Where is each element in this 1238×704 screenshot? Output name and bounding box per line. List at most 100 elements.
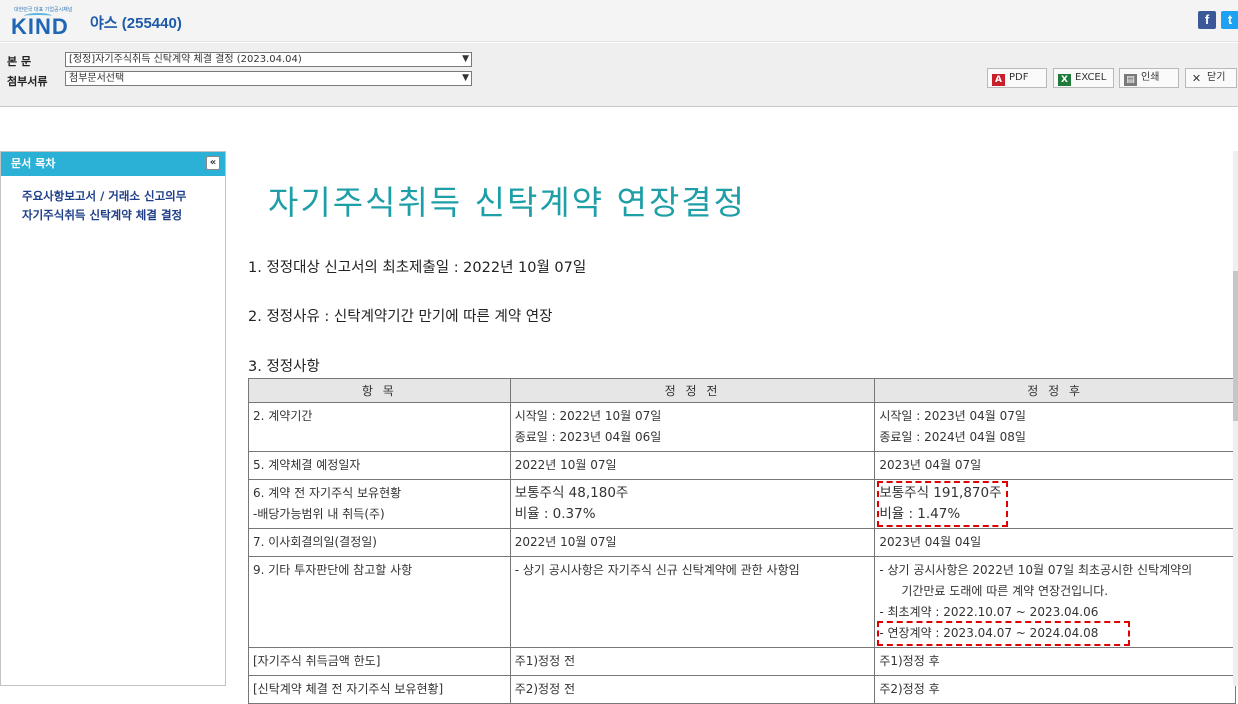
table-cell: 9. 기타 투자판단에 참고할 사항 — [248, 556, 511, 648]
doc-line-2: 2. 정정사유 : 신탁계약기간 만기에 따른 계약 연장 — [248, 309, 553, 325]
print-button[interactable]: ▤ 인쇄 — [1119, 68, 1179, 88]
top-header: 대한민국 대표 기업공시채널 KIND 야스 (255440) f t — [0, 0, 1238, 42]
cell-text: 종료일 : 2023년 04월 06일 — [514, 430, 662, 444]
chevron-down-icon: ▼ — [462, 73, 469, 83]
excel-button[interactable]: X EXCEL — [1053, 68, 1114, 88]
table-cell: 보통주식 48,180주 비율 : 0.37% — [509, 479, 876, 529]
printer-icon: ▤ — [1124, 74, 1137, 86]
table-cell: 2022년 10월 07일 — [509, 451, 876, 480]
pdf-icon: A — [992, 74, 1005, 86]
cell-text: 시작일 : 2022년 10월 07일 — [514, 409, 662, 423]
cell-text: 종료일 : 2024년 04월 08일 — [879, 430, 1026, 444]
table-cell: [자기주식 취득금액 한도] — [248, 647, 511, 676]
cell-text: 보통주식 191,870주 — [879, 485, 1002, 501]
table-cell: 2023년 04월 04일 — [874, 528, 1236, 557]
row-label: 6. 계약 전 자기주식 보유현황 — [253, 486, 402, 500]
chevron-down-icon: ▼ — [462, 54, 469, 64]
table-cell: - 상기 공시사항은 2022년 10월 07일 최초공시한 신탁계약의 기간만… — [874, 556, 1236, 648]
table-row: [신탁계약 체결 전 자기주식 보유현황] 주2)정정 전 주2)정정 후 — [248, 675, 1236, 704]
excel-button-label: EXCEL — [1075, 72, 1107, 83]
cell-text: 2023년 04월 04일 — [879, 535, 982, 549]
table-cell: 시작일 : 2023년 04월 07일 종료일 : 2024년 04월 08일 — [874, 402, 1236, 452]
document-toolbar: 본 문 [정정]자기주식취득 신탁계약 체결 결정 (2023.04.04) ▼… — [0, 43, 1238, 107]
toc-item-report[interactable]: 주요사항보고서 / 거래소 신고의무 — [22, 188, 225, 204]
cell-text: 주1)정정 후 — [879, 654, 940, 668]
scrollbar-thumb[interactable] — [1233, 271, 1238, 421]
table-cell: 주2)정정 전 — [509, 675, 876, 704]
correction-table: 항 목 정 정 전 정 정 후 2. 계약기간 시작일 : 2022년 10월 … — [248, 378, 1236, 704]
col-header-after: 정 정 후 — [874, 378, 1236, 403]
highlighted-extension: - 연장계약 : 2023.04.07 ~ 2024.04.08 — [877, 621, 1131, 646]
cell-text: 비율 : 1.47% — [879, 506, 961, 522]
row-label: -배당가능범위 내 취득(주) — [253, 507, 385, 521]
row-label: 2. 계약기간 — [253, 409, 313, 423]
cell-text: - 상기 공시사항은 자기주식 신규 신탁계약에 관한 사항임 — [514, 563, 800, 577]
cell-text: 비율 : 0.37% — [514, 506, 596, 522]
facebook-icon[interactable]: f — [1198, 11, 1216, 29]
pdf-button-label: PDF — [1009, 72, 1029, 83]
kind-logo[interactable]: 대한민국 대표 기업공시채널 KIND — [8, 4, 73, 39]
document-title: 자기주식취득 신탁계약 연장결정 — [268, 183, 747, 222]
main-doc-label: 본 문 — [7, 55, 32, 68]
cell-text: 기간만료 도래에 따른 계약 연장건입니다. — [901, 584, 1109, 598]
toc-title: 문서 목차 — [11, 157, 56, 170]
attachment-label: 첨부서류 — [7, 75, 48, 88]
col-header-item: 항 목 — [248, 378, 511, 403]
table-cell: 2022년 10월 07일 — [509, 528, 876, 557]
cell-text: 보통주식 48,180주 — [514, 485, 629, 501]
logo-text: KIND — [11, 14, 69, 39]
col-header-before: 정 정 전 — [509, 378, 876, 403]
row-label: 5. 계약체결 예정일자 — [253, 458, 361, 472]
attachment-select[interactable]: 첨부문서선택 ▼ — [65, 71, 472, 86]
table-cell: 6. 계약 전 자기주식 보유현황 -배당가능범위 내 취득(주) — [248, 479, 511, 529]
doc-line-3: 3. 정정사항 — [248, 359, 320, 375]
toc-item-trust-contract[interactable]: 자기주식취득 신탁계약 체결 결정 — [22, 207, 225, 223]
table-cell: 5. 계약체결 예정일자 — [248, 451, 511, 480]
row-label: [자기주식 취득금액 한도] — [253, 654, 381, 668]
table-cell: 2. 계약기간 — [248, 402, 511, 452]
table-row: 2. 계약기간 시작일 : 2022년 10월 07일 종료일 : 2023년 … — [248, 402, 1236, 452]
row-label: 7. 이사회결의일(결정일) — [253, 535, 377, 549]
main-doc-select[interactable]: [정정]자기주식취득 신탁계약 체결 결정 (2023.04.04) ▼ — [65, 52, 472, 67]
cell-text: - 상기 공시사항은 2022년 10월 07일 최초공시한 신탁계약의 — [879, 563, 1193, 577]
attachment-select-value: 첨부문서선택 — [69, 73, 125, 84]
cell-text: 주1)정정 전 — [514, 654, 575, 668]
doc-line-1: 1. 정정대상 신고서의 최초제출일 : 2022년 10월 07일 — [248, 260, 587, 276]
logo-tagline: 대한민국 대표 기업공시채널 — [14, 7, 73, 13]
toc-sidebar: 문서 목차 « 주요사항보고서 / 거래소 신고의무 자기주식취득 신탁계약 체… — [0, 151, 226, 686]
table-cell: [신탁계약 체결 전 자기주식 보유현황] — [248, 675, 511, 704]
table-row: 6. 계약 전 자기주식 보유현황 -배당가능범위 내 취득(주) 보통주식 4… — [248, 479, 1236, 529]
table-cell: 7. 이사회결의일(결정일) — [248, 528, 511, 557]
close-button-label: 닫기 — [1207, 72, 1226, 83]
excel-icon: X — [1058, 74, 1071, 86]
twitter-icon[interactable]: t — [1221, 11, 1238, 29]
cell-text: 2022년 10월 07일 — [514, 458, 617, 472]
vertical-scrollbar[interactable] — [1233, 151, 1238, 686]
table-cell: 2023년 04월 07일 — [874, 451, 1236, 480]
cell-text: 주2)정정 후 — [879, 682, 940, 696]
close-button[interactable]: ✕ 닫기 — [1185, 68, 1237, 88]
table-cell: 주2)정정 후 — [874, 675, 1236, 704]
table-row: 9. 기타 투자판단에 참고할 사항 - 상기 공시사항은 자기주식 신규 신탁… — [248, 556, 1236, 648]
cell-text: 2022년 10월 07일 — [514, 535, 617, 549]
highlighted-holding: 보통주식 191,870주 비율 : 1.47% — [877, 481, 1008, 527]
table-row: [자기주식 취득금액 한도] 주1)정정 전 주1)정정 후 — [248, 647, 1236, 676]
cell-text: 시작일 : 2023년 04월 07일 — [879, 409, 1026, 423]
table-cell: 시작일 : 2022년 10월 07일 종료일 : 2023년 04월 06일 — [509, 402, 876, 452]
table-cell: 주1)정정 후 — [874, 647, 1236, 676]
table-row: 5. 계약체결 예정일자 2022년 10월 07일 2023년 04월 07일 — [248, 451, 1236, 480]
cell-text: 2023년 04월 07일 — [879, 458, 982, 472]
table-header-row: 항 목 정 정 전 정 정 후 — [248, 378, 1236, 403]
table-row: 7. 이사회결의일(결정일) 2022년 10월 07일 2023년 04월 0… — [248, 528, 1236, 557]
print-button-label: 인쇄 — [1141, 72, 1160, 83]
table-cell: - 상기 공시사항은 자기주식 신규 신탁계약에 관한 사항임 — [509, 556, 876, 648]
table-cell: 보통주식 191,870주 비율 : 1.47% — [874, 479, 1236, 529]
row-label: 9. 기타 투자판단에 참고할 사항 — [253, 563, 413, 577]
pdf-button[interactable]: A PDF — [987, 68, 1047, 88]
row-label: [신탁계약 체결 전 자기주식 보유현황] — [253, 682, 444, 696]
cell-text: 주2)정정 전 — [514, 682, 575, 696]
company-name: 야스 (255440) — [90, 15, 182, 32]
cell-text: - 최초계약 : 2022.10.07 ~ 2023.04.06 — [879, 605, 1099, 619]
table-cell: 주1)정정 전 — [509, 647, 876, 676]
collapse-icon[interactable]: « — [206, 156, 220, 170]
